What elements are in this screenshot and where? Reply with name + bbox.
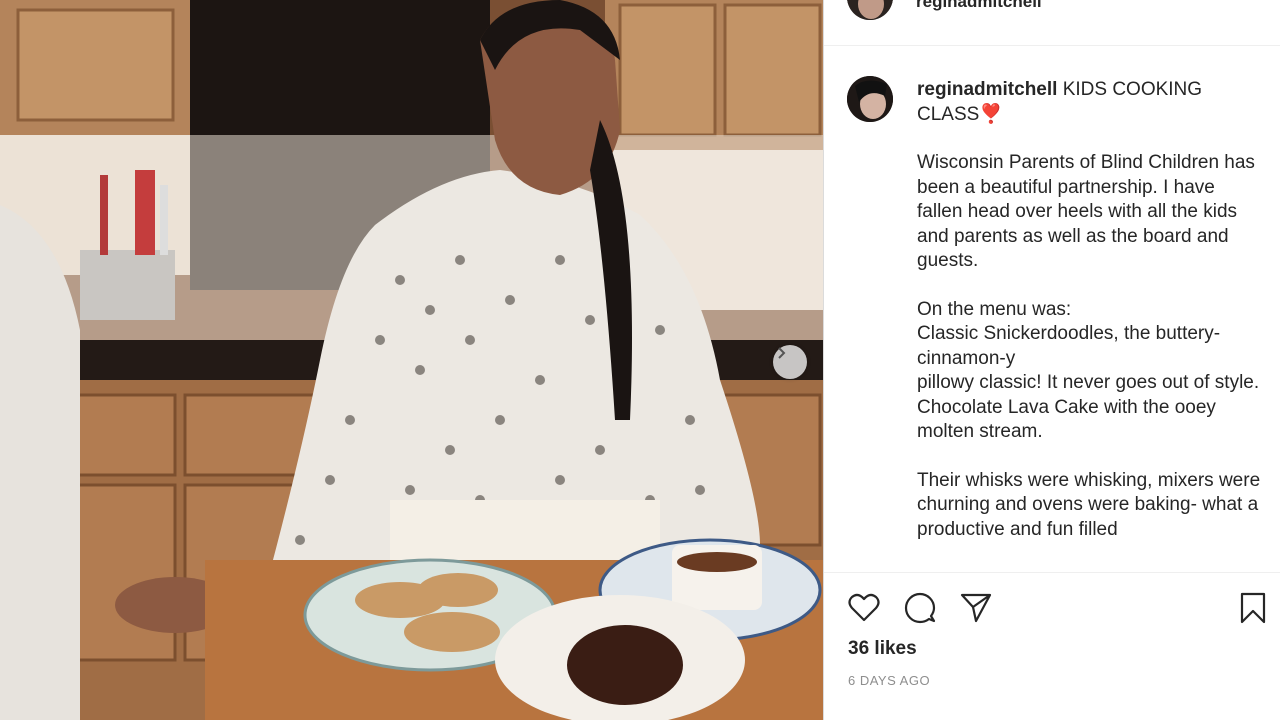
- avatar-image: [847, 0, 893, 20]
- header-username[interactable]: reginadmitchell: [916, 0, 1042, 12]
- caption-paragraph-3: Their whisks were whisking, mixers were …: [917, 469, 1261, 540]
- comment-button[interactable]: [902, 590, 938, 626]
- post-date[interactable]: 6 DAYS AGO: [848, 673, 930, 688]
- header-avatar[interactable]: [847, 0, 893, 20]
- avatar-image: [847, 76, 893, 122]
- post-actions: 36 likes 6 DAYS AGO: [824, 572, 1280, 720]
- post-side-panel: reginadmitchell reginadmitchell KIDS COO…: [823, 0, 1280, 720]
- heart-icon: [848, 593, 880, 622]
- post-header: reginadmitchell: [824, 0, 1280, 46]
- next-photo-button[interactable]: [773, 345, 807, 379]
- bookmark-icon: [1240, 592, 1266, 624]
- post-photo[interactable]: [0, 0, 823, 720]
- caption-paragraph-1: Wisconsin Parents of Blind Children has …: [917, 152, 1255, 271]
- save-button[interactable]: [1235, 590, 1271, 626]
- post-caption: reginadmitchell KIDS COOKING CLASS❣️ Wis…: [917, 78, 1262, 566]
- comment-icon: [904, 592, 936, 624]
- caption-paragraph-2: On the menu was: Classic Snickerdoodles,…: [917, 298, 1260, 443]
- caption-username[interactable]: reginadmitchell: [917, 79, 1057, 100]
- photo-illustration: [0, 0, 823, 720]
- caption-avatar[interactable]: [847, 76, 893, 122]
- like-count[interactable]: 36 likes: [848, 638, 917, 660]
- share-button[interactable]: [958, 590, 994, 626]
- paper-plane-icon: [960, 593, 992, 623]
- chevron-right-icon: [778, 347, 786, 359]
- like-button[interactable]: [846, 590, 882, 626]
